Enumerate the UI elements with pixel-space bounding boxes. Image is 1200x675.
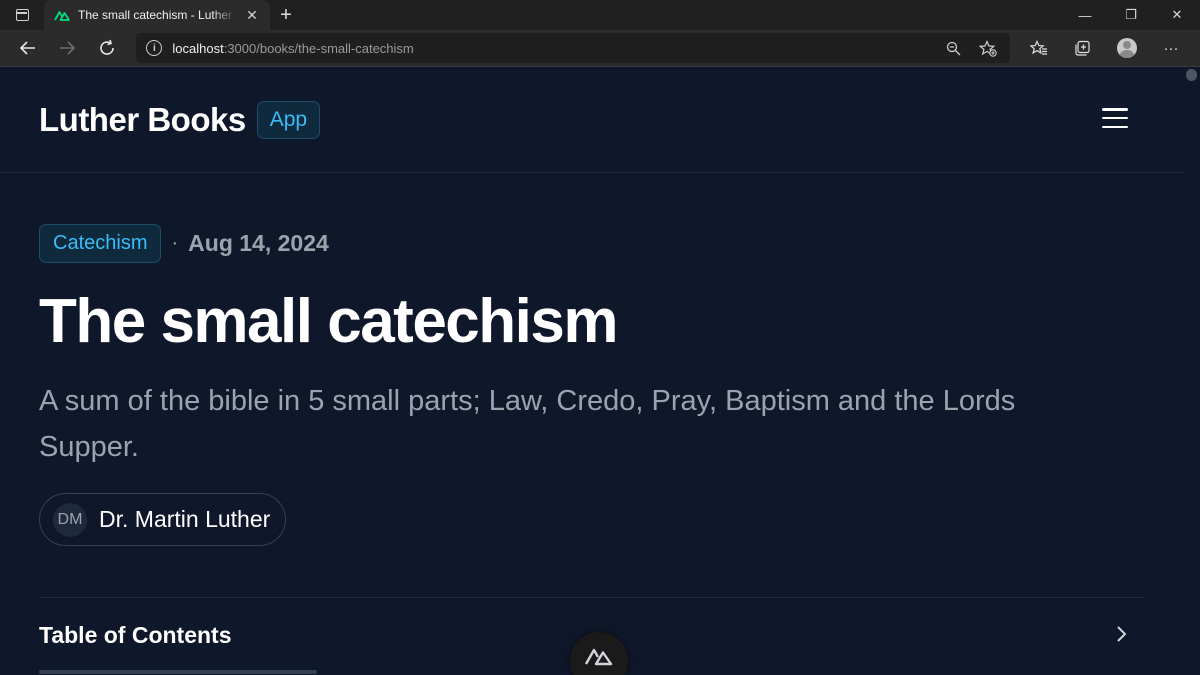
tab-actions-button[interactable] xyxy=(0,0,44,30)
favorites-icon[interactable] xyxy=(1018,32,1060,64)
toolbar-icons: ··· xyxy=(1018,32,1192,64)
page-title: The small catechism xyxy=(39,287,619,356)
browser-tab-bar: The small catechism - Luther Books ✕ + —… xyxy=(0,0,1200,30)
collections-icon[interactable] xyxy=(1062,32,1104,64)
browser-toolbar: i localhost:3000/books/the-small-catechi… xyxy=(0,30,1200,67)
add-favorite-icon[interactable] xyxy=(976,36,1000,60)
reload-button[interactable] xyxy=(87,32,126,64)
toc-progress-bar xyxy=(39,670,317,674)
tab-actions-icon xyxy=(15,9,29,21)
more-menu-icon[interactable]: ··· xyxy=(1150,32,1192,64)
url-text[interactable]: localhost:3000/books/the-small-catechism xyxy=(172,41,932,56)
back-arrow-icon xyxy=(19,41,35,55)
forward-arrow-icon xyxy=(60,41,76,55)
book-meta: Catechism · Aug 14, 2024 xyxy=(39,224,329,263)
author-chip[interactable]: DM Dr. Martin Luther xyxy=(39,493,287,546)
page-viewport: Luther Books App Catechism · Aug 14, 202… xyxy=(0,67,1200,675)
scrollbar-thumb[interactable] xyxy=(1186,69,1197,81)
tab-close-icon[interactable]: ✕ xyxy=(244,7,260,23)
toc-title: Table of Contents xyxy=(39,622,232,648)
zoom-icon[interactable] xyxy=(942,36,966,60)
author-avatar: DM xyxy=(53,502,87,537)
category-badge[interactable]: Catechism xyxy=(39,224,162,263)
forward-button[interactable] xyxy=(47,32,86,64)
hamburger-menu-icon[interactable] xyxy=(1102,108,1128,128)
tab-title: The small catechism - Luther Books xyxy=(78,8,236,22)
back-button[interactable] xyxy=(8,32,47,64)
nuxt-favicon-icon xyxy=(54,8,70,22)
nuxt-logo-icon xyxy=(584,648,613,666)
site-info-icon[interactable]: i xyxy=(146,40,163,56)
chevron-right-icon xyxy=(1117,626,1127,642)
app-badge: App xyxy=(256,100,321,139)
close-window-button[interactable]: ✕ xyxy=(1154,0,1200,30)
author-name: Dr. Martin Luther xyxy=(99,506,271,532)
restore-button[interactable]: ❐ xyxy=(1108,0,1154,30)
meta-separator: · xyxy=(171,232,179,254)
address-bar[interactable]: i localhost:3000/books/the-small-catechi… xyxy=(136,33,1010,63)
reload-icon xyxy=(99,39,114,55)
new-tab-button[interactable]: + xyxy=(270,0,302,30)
publish-date: Aug 14, 2024 xyxy=(188,230,329,256)
site-brand-link[interactable]: Luther Books xyxy=(39,101,246,139)
profile-avatar-icon[interactable] xyxy=(1106,32,1148,64)
minimize-button[interactable]: — xyxy=(1062,0,1108,30)
section-divider xyxy=(39,597,1144,598)
browser-tab-active[interactable]: The small catechism - Luther Books ✕ xyxy=(44,0,270,30)
scrollbar[interactable] xyxy=(1183,67,1200,675)
window-controls: — ❐ ✕ xyxy=(1062,0,1200,30)
site-header: Luther Books App xyxy=(0,67,1183,173)
book-description: A sum of the bible in 5 small parts; Law… xyxy=(39,385,1016,463)
